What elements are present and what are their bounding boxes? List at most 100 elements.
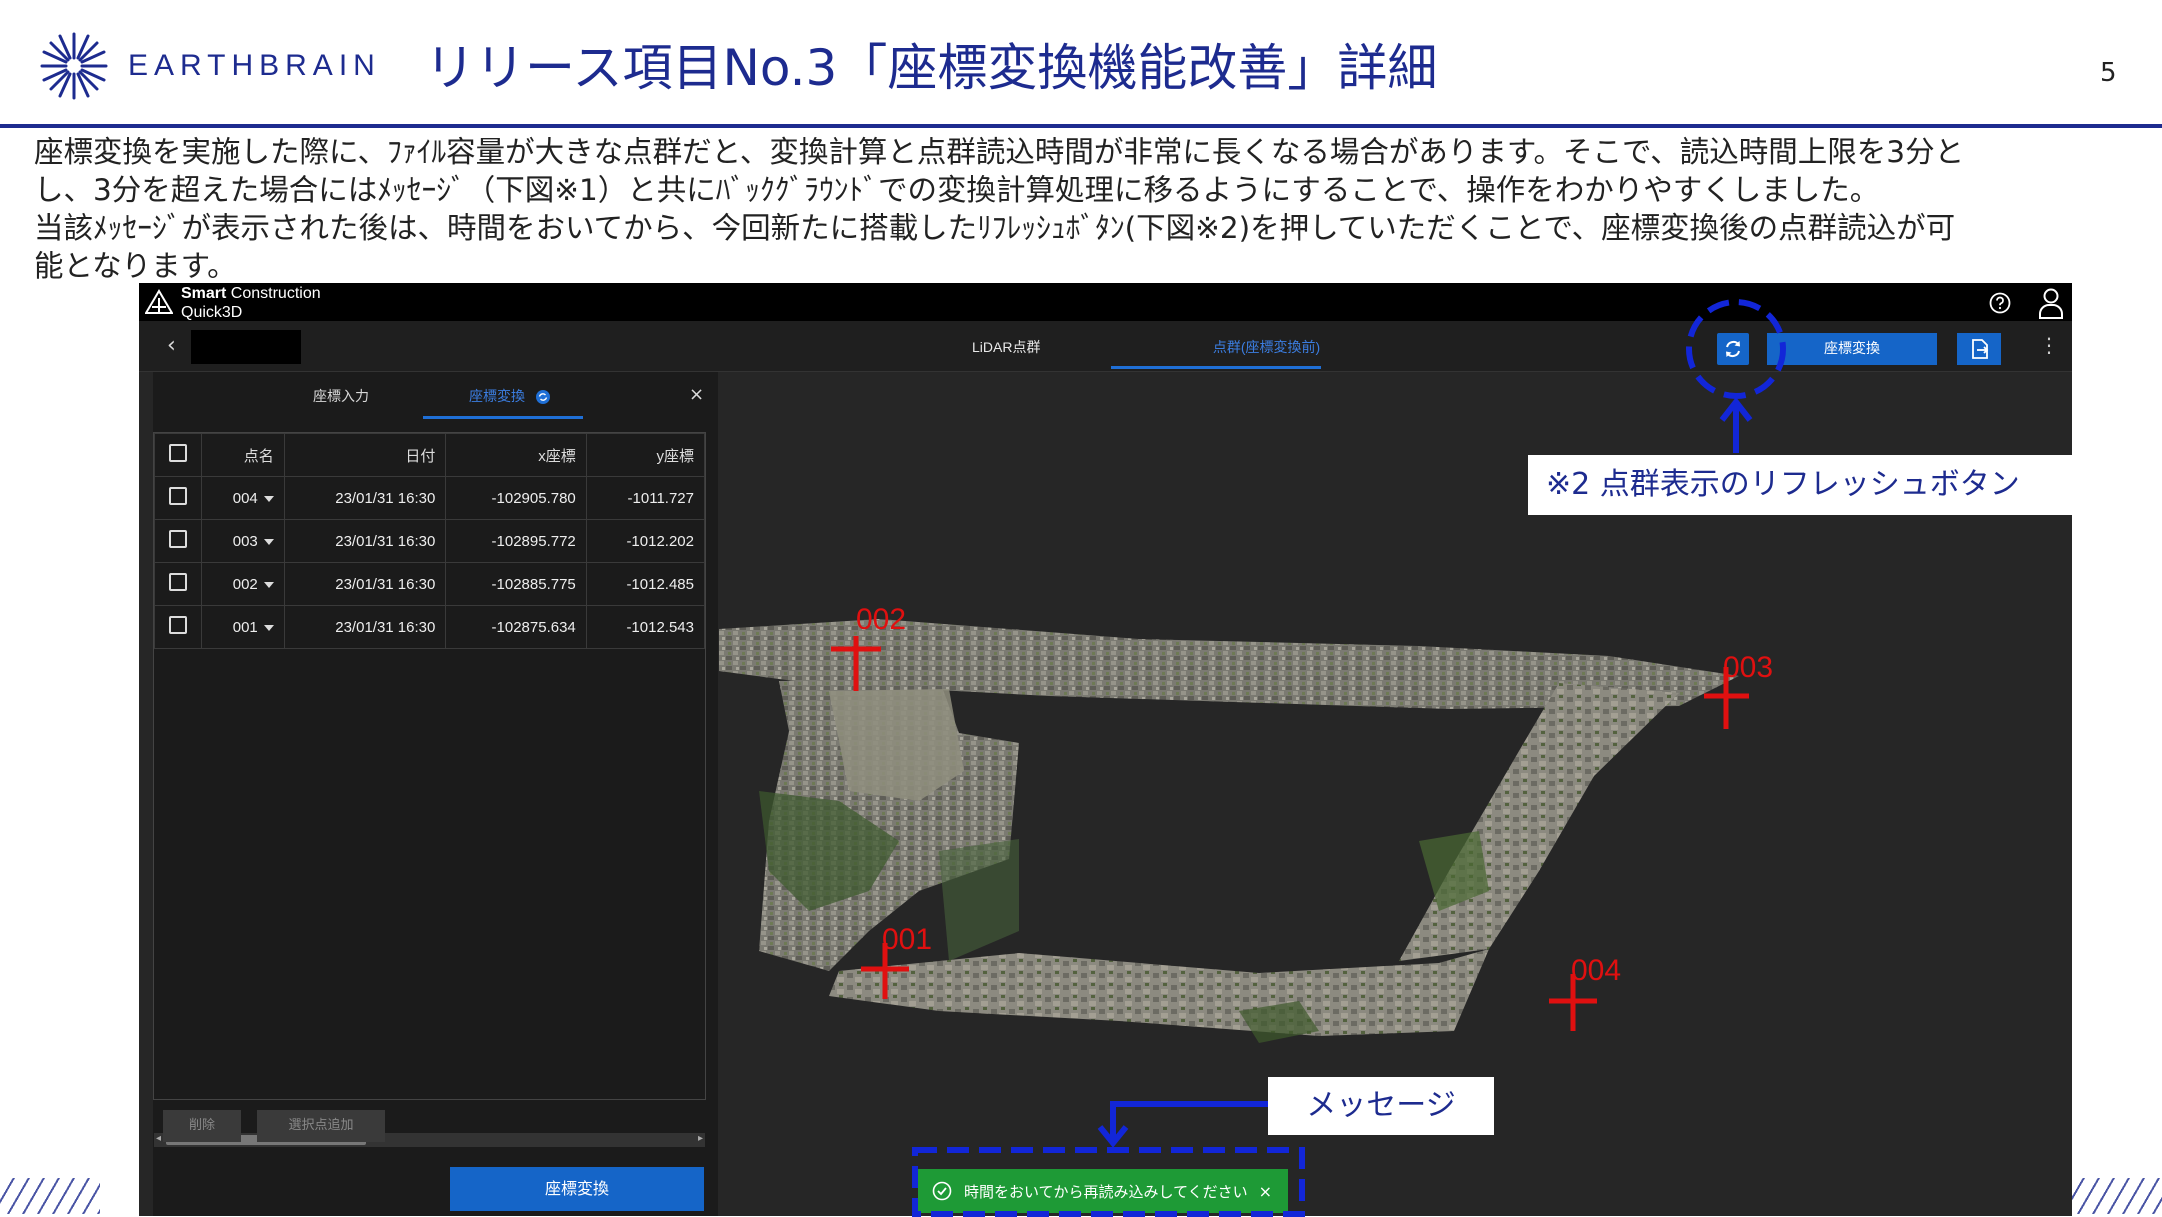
select-all-checkbox[interactable] (169, 444, 187, 462)
marker-label: 004 (1571, 954, 1622, 987)
refresh-icon (1726, 340, 1740, 358)
x-cell: -102875.634 (445, 605, 587, 649)
scroll-right-icon[interactable]: ▸ (698, 1133, 703, 1144)
tab-pointcloud[interactable]: 点群(座標変換前) (1164, 337, 1369, 357)
point-name-cell[interactable]: 001 (201, 605, 285, 649)
close-icon[interactable]: × (689, 384, 704, 405)
date-cell: 23/01/31 16:30 (283, 605, 447, 649)
slide-title: リリース項目No.3「座標変換機能改善」詳細 (425, 39, 1438, 97)
point-name-cell[interactable]: 004 (201, 476, 285, 520)
app-name: Smart Construction Quick3D (181, 284, 321, 322)
y-cell: -1012.485 (585, 562, 706, 606)
y-cell: -1012.202 (585, 519, 706, 563)
table-row[interactable]: 003 23/01/31 16:30 -102895.772 -1012.202 (154, 519, 706, 563)
export-button[interactable] (1957, 333, 2001, 365)
x-cell: -102905.780 (445, 476, 587, 520)
back-button[interactable]: ‹ (167, 333, 176, 358)
check-circle-icon (932, 1181, 952, 1201)
x-cell: -102895.772 (445, 519, 587, 563)
row-checkbox[interactable] (169, 530, 187, 548)
title-divider (0, 124, 2162, 128)
tab-coordinate-input[interactable]: 座標入力 (313, 386, 369, 406)
point-name: 002 (232, 575, 258, 593)
date-cell: 23/01/31 16:30 (283, 519, 447, 563)
column-header[interactable]: y座標 (585, 433, 706, 477)
app-topbar: Smart Construction Quick3D (139, 283, 2072, 321)
user-icon[interactable] (2038, 287, 2064, 319)
help-icon[interactable] (1989, 292, 2011, 314)
marker-label: 002 (856, 603, 907, 636)
description-line: 座標変換を実施した際に、ﾌｧｲﾙ容量が大きな点群だと、変換計算と点群読込時間が非… (34, 135, 1965, 169)
date-cell: 23/01/31 16:30 (283, 562, 447, 606)
toast-message: 時間をおいてから再読み込みしてください × (918, 1169, 1288, 1213)
delete-button[interactable]: 削除 (163, 1110, 241, 1142)
y-cell: -1012.543 (585, 605, 706, 649)
column-header[interactable]: x座標 (445, 433, 587, 477)
point-name: 001 (232, 618, 258, 636)
more-menu-icon[interactable]: ⋮ (2039, 333, 2059, 357)
marker-label: 001 (882, 923, 933, 956)
message-note: メッセージ (1268, 1077, 1494, 1135)
point-name-cell[interactable]: 003 (201, 519, 285, 563)
tab-coordinate-convert-label: 座標変換 (469, 389, 525, 405)
app-name-rest: Construction (226, 285, 321, 302)
active-tab-indicator (1111, 366, 1321, 369)
select-all-cell (154, 433, 202, 477)
app-screenshot: Smart Construction Quick3D ‹ LiDAR点群 点群(… (139, 283, 2072, 1216)
caret-down-icon[interactable] (263, 495, 274, 502)
table-row[interactable]: 001 23/01/31 16:30 -102875.634 -1012.543 (154, 605, 706, 649)
sync-icon (536, 390, 551, 404)
caret-down-icon[interactable] (263, 538, 274, 545)
caret-down-icon[interactable] (263, 624, 274, 631)
table-row[interactable]: 002 23/01/31 16:30 -102885.775 -1012.485 (154, 562, 706, 606)
row-checkbox[interactable] (169, 616, 187, 634)
toast-text: 時間をおいてから再読み込みしてください (964, 1182, 1248, 1201)
point-name: 003 (232, 532, 258, 550)
app-name-bold: Smart (181, 285, 227, 302)
point-name-cell[interactable]: 002 (201, 562, 285, 606)
row-checkbox-cell (154, 562, 202, 606)
redacted-project-name (191, 330, 301, 364)
hatch-decoration-left (0, 1178, 100, 1214)
table-header-row: 点名 日付 x座標 y座標 (154, 433, 706, 477)
refresh-button[interactable] (1717, 333, 1749, 365)
description-line: 当該ﾒｯｾｰｼﾞが表示された後は、時間をおいてから、今回新たに搭載したﾘﾌﾚｯｼ… (34, 211, 1956, 245)
description-line: 能となります。 (34, 249, 237, 283)
row-checkbox-cell (154, 519, 202, 563)
row-checkbox[interactable] (169, 487, 187, 505)
starburst-logo-icon (40, 32, 108, 100)
app-logo-icon (145, 289, 173, 314)
earthbrain-logo: EARTHBRAIN (38, 30, 381, 102)
panel-active-tab-indicator (423, 416, 583, 419)
description-line: し、3分を超えた場合にはﾒｯｾｰｼﾞ（下図※1）と共にﾊﾞｯｸｸﾞﾗｳﾝﾄﾞでの… (34, 173, 1880, 207)
convert-button-bottom[interactable]: 座標変換 (450, 1167, 704, 1211)
refresh-button-note: ※2 点群表示のリフレッシュボタン (1528, 455, 2072, 515)
table-row[interactable]: 004 23/01/31 16:30 -102905.780 -1011.727 (154, 476, 706, 520)
y-cell: -1011.727 (585, 476, 706, 520)
export-icon (1972, 339, 1989, 359)
coordinate-panel: 座標入力 座標変換 × 点名 日付 x座標 y座標 004 23/01/31 1… (153, 372, 718, 1216)
column-header[interactable]: 日付 (283, 433, 447, 477)
point-name: 004 (232, 489, 258, 507)
marker-label: 003 (1723, 651, 1774, 684)
date-cell: 23/01/31 16:30 (283, 476, 447, 520)
row-checkbox-cell (154, 605, 202, 649)
convert-button-top[interactable]: 座標変換 (1767, 333, 1937, 365)
caret-down-icon[interactable] (263, 581, 274, 588)
points-table: 点名 日付 x座標 y座標 004 23/01/31 16:30 -102905… (154, 433, 706, 649)
row-checkbox-cell (154, 476, 202, 520)
column-header[interactable]: 点名 (201, 433, 285, 477)
tab-coordinate-convert[interactable]: 座標変換 (469, 386, 551, 406)
scroll-left-icon[interactable]: ◂ (156, 1133, 161, 1144)
add-selected-point-button[interactable]: 選択点追加 (257, 1110, 385, 1142)
hatch-decoration-right (2070, 1178, 2162, 1214)
logo-text: EARTHBRAIN (128, 49, 381, 82)
page-number: 5 (2100, 58, 2117, 88)
x-cell: -102885.775 (445, 562, 587, 606)
toast-close-icon[interactable]: × (1259, 1182, 1272, 1201)
row-checkbox[interactable] (169, 573, 187, 591)
app-name-line2: Quick3D (181, 304, 243, 321)
app-tabbar: ‹ LiDAR点群 点群(座標変換前) 座標変換 ⋮ (139, 321, 2072, 372)
tab-lidar[interactable]: LiDAR点群 (972, 337, 1040, 357)
points-table-container: 点名 日付 x座標 y座標 004 23/01/31 16:30 -102905… (153, 432, 706, 1147)
